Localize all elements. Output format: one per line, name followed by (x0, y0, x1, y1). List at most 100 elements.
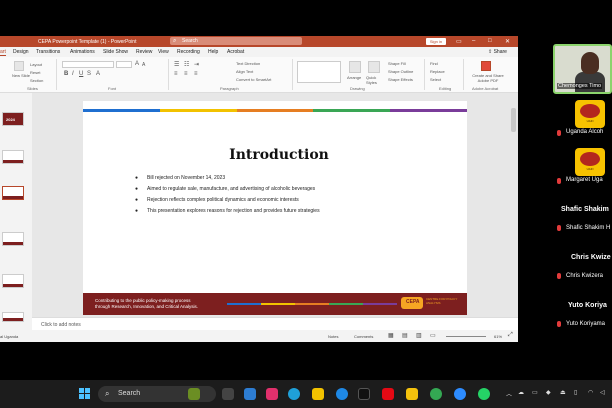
notes-pane[interactable]: Click to add notes (32, 317, 518, 330)
tiktok-icon[interactable] (358, 388, 370, 400)
align-right-icon[interactable]: ≡ (194, 71, 198, 77)
current-slide[interactable]: Introduction Bill rejected on November 1… (83, 101, 467, 315)
tab-review[interactable]: Review (136, 49, 152, 55)
slide-thumbnail[interactable] (2, 232, 24, 246)
participant-display-name: Chris Kwize (571, 254, 611, 261)
tab-recording[interactable]: Recording (177, 49, 200, 55)
shape-effects-button[interactable]: Shape Effects (388, 77, 413, 82)
file-explorer-icon[interactable] (312, 388, 324, 400)
windows-start-icon[interactable] (79, 388, 91, 400)
volume-icon[interactable]: ◁ (600, 389, 605, 396)
reset-button[interactable]: Reset (30, 70, 40, 75)
shrink-font-icon[interactable]: A (142, 62, 145, 68)
create-share-pdf-button[interactable]: Create and Share Adobe PDF (468, 73, 508, 83)
tab-acrobat[interactable]: Acrobat (227, 49, 244, 55)
slide-thumbnail-selected[interactable] (2, 186, 24, 200)
logo-mark: CEPA (406, 299, 420, 305)
close-icon[interactable]: ✕ (505, 38, 510, 45)
indent-icon[interactable]: ⇥ (194, 61, 199, 68)
slide-thumbnail[interactable] (2, 274, 24, 288)
ribbon-divider (463, 59, 464, 90)
netflix-icon[interactable] (382, 388, 394, 400)
copilot-icon[interactable] (336, 388, 348, 400)
tab-design[interactable]: Design (13, 49, 29, 55)
tab-insert[interactable]: art (0, 49, 6, 56)
align-text-button[interactable]: Align Text (236, 69, 253, 74)
underline-icon[interactable]: U (79, 71, 83, 77)
find-button[interactable]: Find (430, 61, 438, 66)
mail-icon[interactable] (244, 388, 256, 400)
notes-button[interactable]: Notes (328, 334, 338, 339)
align-left-icon[interactable]: ≡ (174, 71, 178, 77)
ribbon-display-icon[interactable]: ▭ (456, 38, 462, 45)
font-size-select[interactable] (116, 61, 132, 68)
fit-slide-icon[interactable]: ⤢ (508, 332, 513, 339)
shape-fill-button[interactable]: Shape Fill (388, 61, 406, 66)
zoom-icon[interactable] (454, 388, 466, 400)
tab-slide-show[interactable]: Slide Show (103, 49, 128, 55)
task-view-icon[interactable] (222, 388, 234, 400)
onedrive-icon[interactable]: ☁ (518, 389, 524, 396)
tab-transitions[interactable]: Transitions (36, 49, 60, 55)
usb-icon[interactable]: ⏏ (560, 389, 566, 396)
sticky-notes-icon[interactable] (406, 388, 418, 400)
search-input[interactable]: ⌕ Search (170, 37, 302, 45)
grow-font-icon[interactable]: A (135, 61, 139, 67)
maximize-icon[interactable]: □ (488, 38, 492, 44)
participant-name: Uganda Alcoh (566, 129, 604, 135)
slide-title[interactable]: Introduction (83, 147, 475, 163)
teams-tray-icon[interactable]: ◆ (546, 389, 551, 396)
align-center-icon[interactable]: ≡ (184, 71, 188, 77)
sign-in-button[interactable]: Sign in (426, 38, 446, 45)
whatsapp-icon[interactable] (478, 388, 490, 400)
convert-smartart-button[interactable]: Convert to SmartArt (236, 77, 271, 82)
create-pdf-icon[interactable] (481, 61, 491, 71)
shadow-icon[interactable]: S (87, 71, 91, 77)
new-slide-icon[interactable] (14, 61, 24, 71)
bullets-icon[interactable]: ☰ (174, 61, 179, 68)
zoom-level[interactable]: 61% (494, 334, 502, 339)
wifi-icon[interactable]: ◠ (588, 389, 593, 396)
instagram-icon[interactable] (266, 388, 278, 400)
shape-outline-button[interactable]: Shape Outline (388, 69, 413, 74)
slide-thumbnail[interactable] (2, 312, 24, 322)
new-slide-button[interactable]: New Slide (12, 73, 30, 78)
tab-view[interactable]: View (158, 49, 169, 55)
share-button[interactable]: ⇪ Share (488, 49, 507, 55)
bullet-list[interactable]: Bill rejected on November 14, 2023 Aimed… (135, 175, 320, 219)
tab-help[interactable]: Help (208, 49, 218, 55)
shapes-gallery[interactable] (297, 61, 341, 83)
numbering-icon[interactable]: ☷ (184, 61, 189, 68)
tab-animations[interactable]: Animations (70, 49, 95, 55)
font-color-icon[interactable]: A (96, 71, 100, 77)
quick-styles-icon[interactable] (368, 61, 380, 73)
slide-thumbnail[interactable]: 2024 (2, 112, 24, 126)
reading-view-icon[interactable]: ▥ (416, 332, 422, 339)
arrange-icon[interactable] (349, 61, 361, 73)
slide-sorter-icon[interactable]: ▤ (402, 332, 408, 339)
layout-button[interactable]: Layout (30, 62, 42, 67)
edge-icon[interactable] (288, 388, 300, 400)
tray-overflow-icon[interactable]: ︿ (506, 389, 512, 398)
arrange-button[interactable]: Arrange (347, 75, 361, 80)
minimize-icon[interactable]: – (472, 38, 475, 44)
quick-styles-button[interactable]: Quick Styles (366, 75, 384, 85)
normal-view-icon[interactable]: ▦ (388, 332, 394, 339)
slideshow-icon[interactable]: ▭ (430, 332, 436, 339)
widgets-icon[interactable] (188, 388, 200, 400)
section-button[interactable]: Section (30, 78, 43, 83)
chrome-icon[interactable] (430, 388, 442, 400)
app-tray-icon[interactable]: ▭ (532, 389, 538, 396)
font-family-select[interactable] (62, 61, 114, 68)
bold-icon[interactable]: B (64, 71, 68, 77)
vertical-scrollbar[interactable] (511, 108, 516, 132)
comments-button[interactable]: Comments (354, 334, 373, 339)
italic-icon[interactable]: I (72, 71, 74, 77)
replace-button[interactable]: Replace (430, 69, 445, 74)
select-button[interactable]: Select (430, 77, 441, 82)
text-direction-button[interactable]: Text Direction (236, 61, 260, 66)
battery-icon[interactable]: ▯ (574, 389, 577, 396)
slide-thumbnail[interactable] (2, 150, 24, 164)
participant-video[interactable]: Chemonges Timo (553, 44, 612, 94)
zoom-slider[interactable] (446, 336, 486, 337)
